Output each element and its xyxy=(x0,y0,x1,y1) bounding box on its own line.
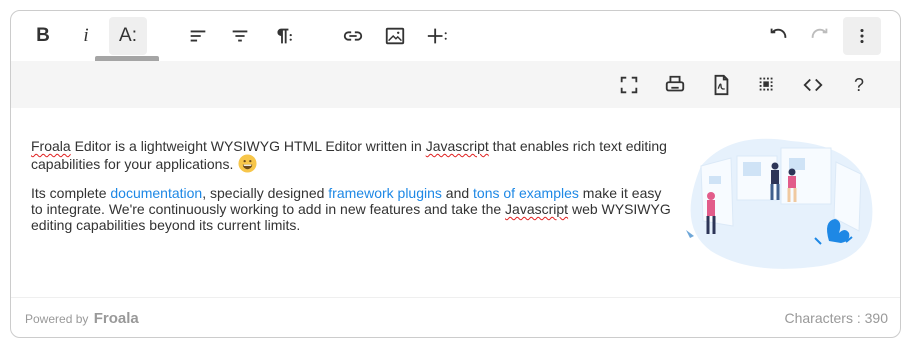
editor-illustration xyxy=(686,138,873,269)
powered-by-text: Powered by xyxy=(25,312,89,326)
italic-button[interactable]: i xyxy=(67,17,105,55)
more-toolbar: ? xyxy=(11,61,900,108)
paragraph-format-icon[interactable] xyxy=(263,17,301,55)
select-all-icon[interactable] xyxy=(748,66,786,104)
text-run: and xyxy=(441,185,474,201)
more-text-button[interactable]: A: xyxy=(109,17,147,55)
more-insert-icon[interactable] xyxy=(418,17,456,55)
status-bar: Powered by Froala Characters : 390 xyxy=(11,297,900,337)
bold-button[interactable]: B xyxy=(24,17,62,55)
grinning-emoji-icon xyxy=(238,154,257,173)
print-icon[interactable] xyxy=(656,66,694,104)
editor-content[interactable]: Froala Editor is a lightweight WYSIWYG H… xyxy=(11,108,900,297)
help-icon[interactable]: ? xyxy=(840,66,878,104)
misspelled-word: Javascript xyxy=(425,138,489,154)
misspelled-word: Froala xyxy=(31,138,71,154)
powered-by[interactable]: Powered by Froala xyxy=(25,310,139,327)
insert-link-icon[interactable] xyxy=(334,17,372,55)
insert-image-icon[interactable] xyxy=(376,17,414,55)
more-options-icon[interactable] xyxy=(843,17,881,55)
documentation-link[interactable]: documentation xyxy=(110,185,202,201)
align-center-icon[interactable] xyxy=(221,17,259,55)
misspelled-word: Javascript xyxy=(505,201,569,217)
code-view-icon[interactable] xyxy=(794,66,832,104)
redo-icon[interactable] xyxy=(801,17,839,55)
text-run: Its complete xyxy=(31,185,111,201)
froala-editor: B i A: More Text xyxy=(10,10,901,338)
paragraph-1: Froala Editor is a lightweight WYSIWYG H… xyxy=(31,138,676,173)
main-toolbar: B i A: xyxy=(11,11,900,61)
froala-logo: Froala xyxy=(93,310,139,327)
tons-of-examples-link[interactable]: tons of examples xyxy=(473,185,579,201)
pdf-export-icon[interactable] xyxy=(702,66,740,104)
paragraph-2: Its complete documentation, specially de… xyxy=(31,185,676,233)
editor-text[interactable]: Froala Editor is a lightweight WYSIWYG H… xyxy=(31,138,676,245)
fullscreen-icon[interactable] xyxy=(610,66,648,104)
framework-plugins-link[interactable]: framework plugins xyxy=(328,185,442,201)
text-run: , specially designed xyxy=(202,185,329,201)
more-paragraph-align-icon[interactable] xyxy=(179,17,217,55)
text-run: Editor is a lightweight WYSIWYG HTML Edi… xyxy=(70,138,426,154)
undo-icon[interactable] xyxy=(759,17,797,55)
character-count: Characters : 390 xyxy=(784,310,889,326)
